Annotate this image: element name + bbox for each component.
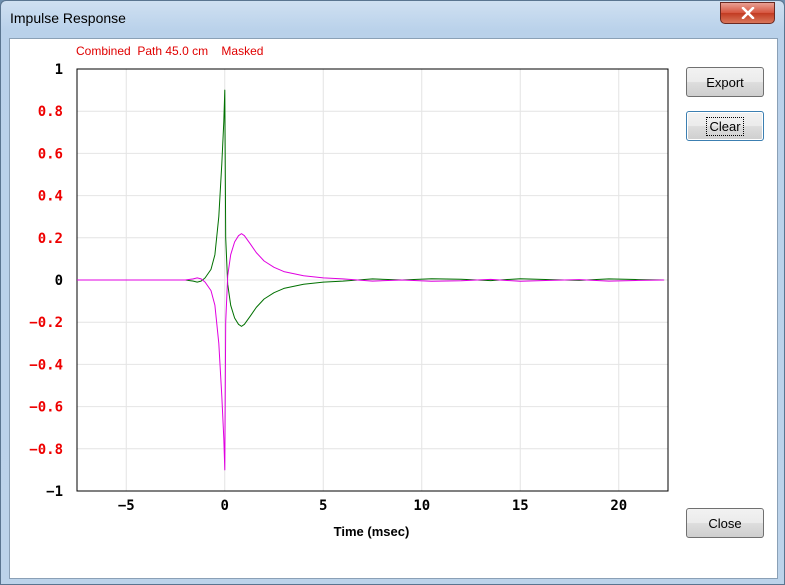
close-button-label: Close: [708, 515, 742, 531]
dialog-client-area: Combined Path 45.0 cm Masked 1 0.8 0.6 0.4 0…: [9, 38, 778, 579]
x-tick-label: −5: [118, 498, 135, 514]
window-title: Impulse Response: [10, 10, 126, 26]
y-axis-ticks: 1 0.8 0.6 0.4 0.2 0 −0.2 −0.4 −0.6 −0.8 −1: [29, 62, 63, 500]
window-close-button[interactable]: [720, 2, 775, 24]
close-icon: [741, 7, 754, 19]
export-button[interactable]: Export: [686, 67, 764, 97]
y-tick-label: −0.8: [29, 442, 63, 458]
series-line-1: [77, 89, 665, 327]
y-tick-label: 0.8: [38, 104, 63, 120]
impulse-response-chart: 1 0.8 0.6 0.4 0.2 0 −0.2 −0.4 −0.6 −0.8 −1 −5 0 5 10 1…: [29, 62, 669, 539]
x-tick-label: 5: [319, 498, 327, 514]
x-axis-ticks: −5 0 5 10 15 20: [118, 498, 627, 514]
y-tick-label: 0.4: [38, 189, 63, 205]
clear-button[interactable]: Clear: [686, 111, 764, 141]
x-tick-label: 15: [512, 498, 529, 514]
y-tick-label: −0.6: [29, 400, 63, 416]
y-tick-label: 0.2: [38, 231, 63, 247]
y-tick-label: −1: [46, 484, 63, 500]
y-tick-label: 0.6: [38, 146, 63, 162]
y-tick-label: −0.4: [29, 357, 63, 373]
x-tick-label: 10: [413, 498, 430, 514]
y-tick-label: 0: [55, 273, 63, 289]
export-button-label: Export: [706, 74, 744, 90]
clear-button-label: Clear: [706, 116, 744, 136]
x-axis-label: Time (msec): [334, 524, 410, 539]
x-tick-label: 20: [610, 498, 627, 514]
x-tick-label: 0: [221, 498, 229, 514]
y-tick-label: −0.2: [29, 315, 63, 331]
close-button[interactable]: Close: [686, 508, 764, 538]
series-line-2: [77, 233, 665, 471]
y-tick-label: 1: [55, 62, 63, 78]
impulse-response-window: Impulse Response Combined Path 45.0 cm M…: [0, 0, 785, 585]
title-bar[interactable]: Impulse Response: [1, 1, 784, 35]
